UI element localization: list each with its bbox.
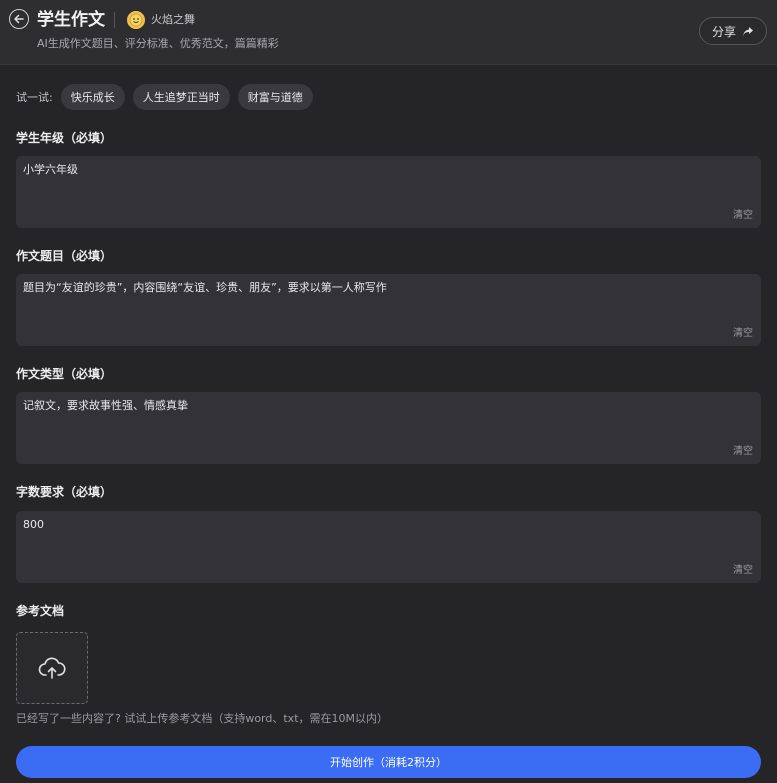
topic-field-value: 题目为“友谊的珍贵”，内容围绕“友谊、珍贵、朋友”，要求以第一人称写作 xyxy=(23,281,387,294)
type-clear-button[interactable]: 清空 xyxy=(733,442,753,457)
page-title: 学生作文 xyxy=(37,10,105,30)
start-create-button[interactable]: 开始创作（消耗2积分） xyxy=(16,746,761,778)
reference-label: 参考文档 xyxy=(16,604,65,618)
header: 学生作文 火焰之舞 AI生成作文题目、评分标准、优秀范文，篇篇精彩 分享 xyxy=(0,0,777,65)
arrow-left-icon xyxy=(14,14,24,24)
try-examples-row: 试一试: 快乐成长 人生追梦正当时 财富与道德 xyxy=(16,84,313,110)
wordcount-field[interactable]: 800 清空 xyxy=(16,511,761,583)
example-chip[interactable]: 人生追梦正当时 xyxy=(132,84,230,110)
cloud-upload-icon xyxy=(38,657,66,679)
share-button[interactable]: 分享 xyxy=(699,17,767,45)
back-button[interactable] xyxy=(9,9,29,29)
wordcount-field-label: 字数要求（必填） xyxy=(16,485,113,499)
author-avatar[interactable] xyxy=(127,11,145,29)
author-name[interactable]: 火焰之舞 xyxy=(151,13,195,27)
wordcount-clear-button[interactable]: 清空 xyxy=(733,561,753,576)
title-divider xyxy=(114,12,115,28)
example-chip[interactable]: 财富与道德 xyxy=(237,84,313,110)
topic-field-label: 作文题目（必填） xyxy=(16,249,113,263)
type-field-value: 记叙文，要求故事性强、情感真挚 xyxy=(23,399,188,412)
type-field-label: 作文类型（必填） xyxy=(16,367,113,381)
page-subtitle: AI生成作文题目、评分标准、优秀范文，篇篇精彩 xyxy=(37,37,279,50)
type-field[interactable]: 记叙文，要求故事性强、情感真挚 清空 xyxy=(16,392,761,464)
smiley-face-icon xyxy=(129,13,143,27)
upload-button[interactable] xyxy=(16,632,88,704)
wordcount-field-value: 800 xyxy=(23,518,44,531)
grade-field-label: 学生年级（必填） xyxy=(16,131,113,145)
upload-hint: 已经写了一些内容了? 试试上传参考文档（支持word、txt，需在10M以内） xyxy=(16,712,388,725)
grade-field-value: 小学六年级 xyxy=(23,163,78,176)
grade-clear-button[interactable]: 清空 xyxy=(733,206,753,221)
grade-field[interactable]: 小学六年级 清空 xyxy=(16,156,761,228)
try-label: 试一试: xyxy=(16,91,53,104)
topic-field[interactable]: 题目为“友谊的珍贵”，内容围绕“友谊、珍贵、朋友”，要求以第一人称写作 清空 xyxy=(16,274,761,346)
share-arrow-icon xyxy=(743,26,753,36)
share-label: 分享 xyxy=(711,24,736,39)
example-chip[interactable]: 快乐成长 xyxy=(60,84,125,110)
topic-clear-button[interactable]: 清空 xyxy=(733,324,753,339)
